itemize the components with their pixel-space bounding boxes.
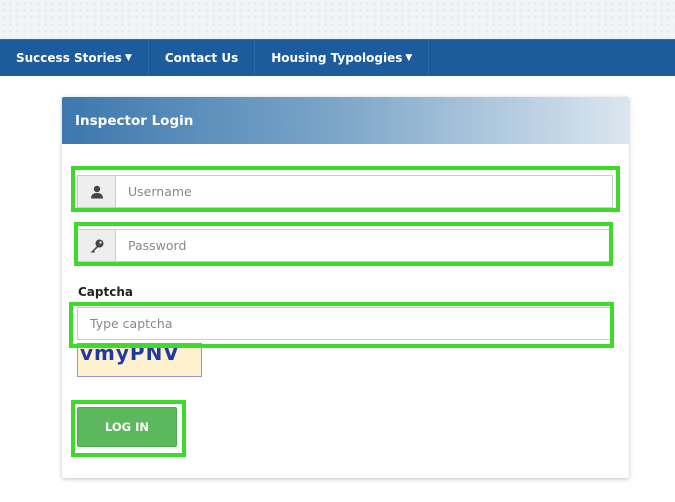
nav-housing-typologies[interactable]: Housing Typologies ▼: [255, 40, 430, 76]
captcha-input[interactable]: [77, 307, 613, 340]
panel-header: Inspector Login: [62, 97, 629, 144]
main-navbar: Success Stories ▼ Contact Us Housing Typ…: [0, 39, 675, 76]
chevron-down-icon: ▼: [405, 53, 413, 63]
login-button[interactable]: LOG IN: [77, 407, 177, 447]
captcha-label: Captcha: [78, 285, 133, 299]
captcha-image: vmyPNV: [77, 343, 202, 377]
password-input[interactable]: [115, 229, 613, 262]
chevron-down-icon: ▼: [124, 53, 132, 63]
login-panel: Inspector Login Captcha vmyPNV LOG IN: [62, 97, 629, 478]
nav-contact-us[interactable]: Contact Us: [149, 40, 256, 76]
nav-housing-typologies-label: Housing Typologies: [271, 51, 403, 65]
captcha-image-text: vmyPNV: [80, 343, 180, 365]
nav-contact-us-label: Contact Us: [164, 51, 239, 65]
username-group: [77, 175, 613, 208]
password-group: [77, 229, 613, 262]
nav-success-stories-label: Success Stories: [16, 51, 122, 65]
key-icon: [77, 229, 115, 262]
user-icon: [77, 175, 115, 208]
nav-success-stories[interactable]: Success Stories ▼: [0, 40, 149, 76]
top-banner: [0, 0, 675, 39]
panel-title: Inspector Login: [75, 112, 194, 129]
username-input[interactable]: [115, 175, 613, 208]
